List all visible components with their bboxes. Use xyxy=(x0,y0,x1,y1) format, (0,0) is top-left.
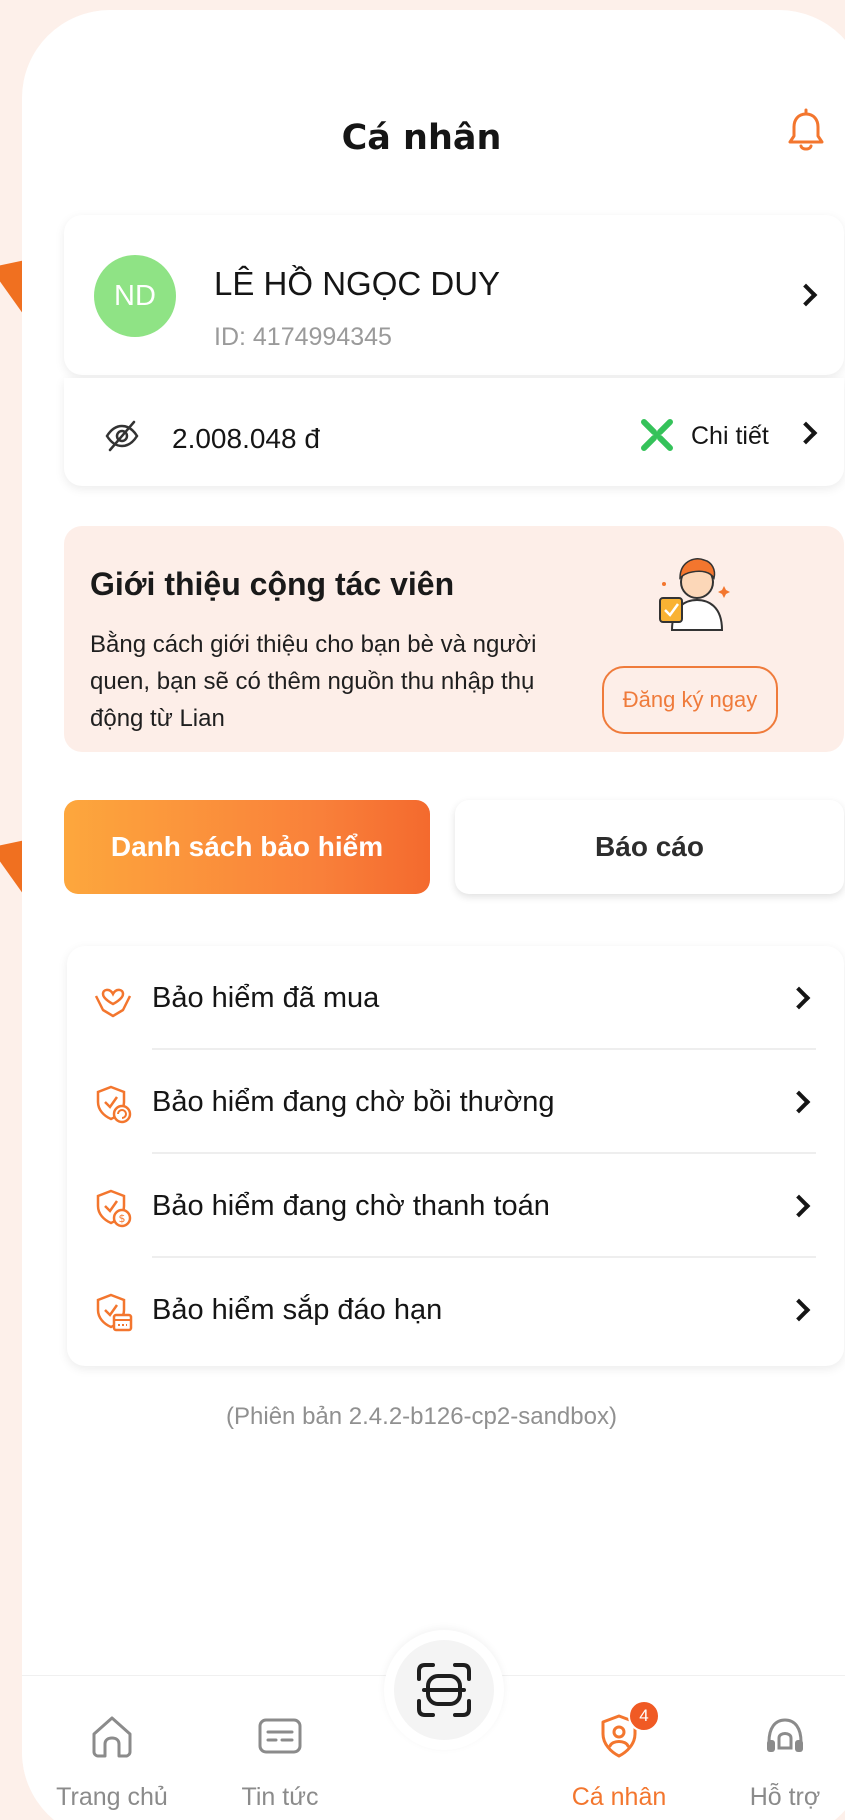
nav-label: Trang chủ xyxy=(56,1783,168,1811)
profile-card[interactable]: ND LÊ HỒ NGỌC DUY ID: 4174994345 xyxy=(64,215,844,375)
chevron-right-icon xyxy=(787,986,811,1010)
nav-news[interactable]: Tin tức xyxy=(195,1676,365,1816)
bell-icon[interactable] xyxy=(786,108,826,154)
menu-item-label: Bảo hiểm đang chờ thanh toán xyxy=(152,1190,550,1222)
referral-title: Giới thiệu cộng tác viên xyxy=(90,566,455,602)
referral-banner: Giới thiệu cộng tác viên Bằng cách giới … xyxy=(64,526,844,752)
menu-item-purchased[interactable]: Bảo hiểm đã mua xyxy=(67,946,844,1050)
shield-calendar-icon xyxy=(96,1293,133,1332)
home-icon xyxy=(92,1716,132,1758)
insurance-menu: Bảo hiểm đã mua Bảo hiểm đang chờ bồi th… xyxy=(67,946,844,1366)
chevron-right-icon xyxy=(794,283,818,307)
menu-item-label: Bảo hiểm đang chờ bồi thường xyxy=(152,1086,555,1118)
page-title: Cá nhân xyxy=(341,118,502,158)
scan-button[interactable] xyxy=(394,1640,494,1740)
chevron-right-icon xyxy=(787,1090,811,1114)
tab-insurance-list[interactable]: Danh sách bảo hiểm xyxy=(64,800,430,894)
app-version: (Phiên bản 2.4.2-b126-cp2-sandbox) xyxy=(226,1403,617,1430)
chevron-right-icon xyxy=(787,1298,811,1322)
profile-id: ID: 4174994345 xyxy=(214,323,392,351)
menu-item-label: Bảo hiểm đã mua xyxy=(152,982,380,1014)
notification-badge: 4 xyxy=(628,1700,660,1732)
chevron-right-icon[interactable] xyxy=(794,421,818,445)
support-icon xyxy=(767,1718,803,1752)
nav-label: Tin tức xyxy=(241,1783,319,1811)
nav-support[interactable]: Hỗ trợ xyxy=(700,1676,845,1816)
menu-item-label: Bảo hiểm sắp đáo hạn xyxy=(152,1294,443,1326)
register-now-button[interactable]: Đăng ký ngay xyxy=(602,666,778,734)
nav-profile[interactable]: 4 Cá nhân xyxy=(534,1676,704,1816)
referral-description: Bằng cách giới thiệu cho bạn bè và người… xyxy=(90,631,537,732)
nav-home[interactable]: Trang chủ xyxy=(27,1676,197,1816)
referral-illustration xyxy=(659,558,730,631)
nav-label: Cá nhân xyxy=(571,1783,667,1811)
nav-label: Hỗ trợ xyxy=(749,1783,821,1811)
detail-link[interactable]: Chi tiết xyxy=(691,422,769,451)
shield-refresh-icon xyxy=(96,1085,132,1124)
avatar: ND xyxy=(94,255,176,337)
shield-coin-icon: $ xyxy=(96,1189,132,1228)
svg-text:$: $ xyxy=(119,1212,126,1225)
balance-amount: 2.008.048 đ xyxy=(172,423,320,454)
menu-item-pending-payment[interactable]: $ Bảo hiểm đang chờ thanh toán xyxy=(67,1154,844,1258)
chevron-right-icon xyxy=(787,1194,811,1218)
menu-item-pending-claim[interactable]: Bảo hiểm đang chờ bồi thường xyxy=(67,1050,844,1154)
profile-name: LÊ HỒ NGỌC DUY xyxy=(214,265,501,302)
phone-screen: Cá nhân ND LÊ HỒ NGỌC DUY ID: 4174994345… xyxy=(22,10,845,1820)
scan-button-wrap xyxy=(384,1630,504,1750)
eye-off-icon[interactable] xyxy=(104,418,140,454)
news-icon xyxy=(258,1718,302,1754)
balance-card: 2.008.048 đ Chi tiết xyxy=(64,378,844,486)
scan-icon xyxy=(417,1663,471,1717)
sparkle-icon xyxy=(641,419,673,451)
tab-report[interactable]: Báo cáo xyxy=(455,800,844,894)
menu-item-expiring[interactable]: Bảo hiểm sắp đáo hạn xyxy=(67,1258,844,1362)
heart-hands-icon xyxy=(94,988,132,1018)
